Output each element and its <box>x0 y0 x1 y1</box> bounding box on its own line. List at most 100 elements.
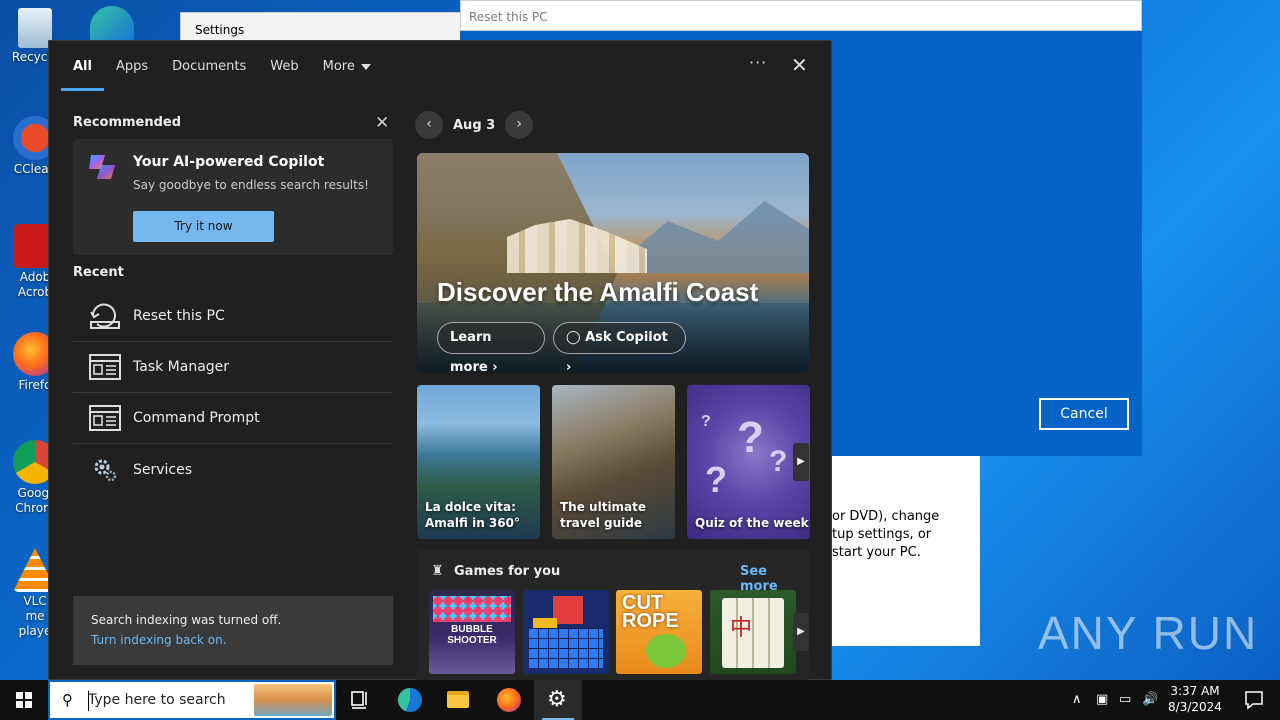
tab-label: More <box>322 59 355 74</box>
copilot-card-subtitle: Say goodbye to endless search results! <box>133 178 369 192</box>
game-artwork-grid <box>529 628 603 668</box>
recycle-bin-icon <box>18 8 52 48</box>
game-cut-the-rope[interactable]: CUT ROPE <box>616 590 702 674</box>
chevron-right-icon: ▶ <box>797 456 805 467</box>
question-mark-icon: ? <box>701 413 711 430</box>
chevron-left-icon: ‹ <box>426 116 432 132</box>
cancel-button[interactable]: Cancel <box>1039 398 1129 430</box>
tab-all[interactable]: All <box>61 55 104 91</box>
search-highlight-doodle <box>254 684 332 716</box>
tile-title: La dolce vita: Amalfi in 360° <box>425 500 520 530</box>
anyrun-watermark: ANY RUN <box>1038 607 1259 659</box>
ask-copilot-button[interactable]: ◯ Ask Copilot › <box>553 322 686 373</box>
game-artwork-logo: CUT ROPE <box>622 592 679 632</box>
taskbar: ⚲ Type here to search ⚙ ∧ ▣ ▭ 🔊 3:37 AM … <box>0 680 1280 720</box>
mahjong-tile-icon: 中 <box>730 616 753 641</box>
game-bubble-shooter[interactable]: BUBBLE SHOOTER <box>429 590 515 674</box>
game-artwork-block <box>553 596 583 624</box>
taskbar-firefox[interactable] <box>485 680 533 720</box>
reset-pc-description-panel: or DVD), change tup settings, or start y… <box>832 456 980 646</box>
window-icon <box>89 354 121 380</box>
games-heading: Games for you <box>454 564 561 579</box>
indexing-status-text: Search indexing was turned off. <box>91 613 282 627</box>
recent-item-label: Command Prompt <box>133 410 260 426</box>
show-hidden-icons-button[interactable]: ∧ <box>1072 692 1082 707</box>
tab-web[interactable]: Web <box>258 55 310 91</box>
recent-list: Reset this PC Task Manager Command Promp… <box>73 291 393 495</box>
chat-bubble-icon: ◯ <box>566 330 581 345</box>
recent-heading: Recent <box>73 265 124 280</box>
description-line: or DVD), change <box>832 509 940 524</box>
game-block-puzzle[interactable] <box>523 590 609 674</box>
games-section: ♜ Games for you See more BUBBLE SHOOTER C… <box>417 551 809 681</box>
gear-icon: ⚙ <box>547 687 567 712</box>
games-next-button[interactable]: ▶ <box>793 613 809 651</box>
next-day-button[interactable]: › <box>505 111 534 139</box>
question-mark-icon: ? <box>705 459 727 500</box>
taskbar-file-explorer[interactable] <box>434 680 482 720</box>
search-input[interactable]: Type here to search <box>88 692 226 708</box>
learn-more-button[interactable]: Learn more › <box>437 322 545 373</box>
chevron-right-icon: › <box>516 116 522 132</box>
close-search-button[interactable]: ✕ <box>791 53 808 77</box>
desktop-icon-edge[interactable] <box>90 6 134 40</box>
tab-documents[interactable]: Documents <box>160 55 258 91</box>
tab-more[interactable]: More <box>311 55 383 91</box>
game-controller-icon: ♜ <box>431 563 444 579</box>
copilot-logo-icon <box>89 155 115 179</box>
folder-icon <box>447 691 469 708</box>
turn-indexing-on-link[interactable]: Turn indexing back on. <box>91 630 375 650</box>
hero-card-amalfi[interactable]: Discover the Amalfi Coast Learn more › ◯… <box>417 153 809 373</box>
taskbar-clock[interactable]: 3:37 AM 8/3/2024 <box>1160 683 1230 715</box>
tile-amalfi-360[interactable]: La dolce vita: Amalfi in 360° <box>417 385 540 539</box>
copilot-card[interactable]: Your AI-powered Copilot Say goodbye to e… <box>73 139 393 255</box>
chevron-down-icon <box>360 63 371 70</box>
chevron-right-icon: › <box>566 360 572 373</box>
settings-window-title: Settings <box>195 23 245 37</box>
tile-title: Quiz of the week <box>695 516 809 530</box>
more-options-button[interactable]: ··· <box>749 53 767 72</box>
tile-quiz-of-week[interactable]: ? ? ? ? Quiz of the week <box>687 385 810 539</box>
taskbar-edge[interactable] <box>386 680 434 720</box>
tab-label: Documents <box>172 59 247 74</box>
previous-day-button[interactable]: ‹ <box>415 111 443 139</box>
copilot-card-title: Your AI-powered Copilot <box>133 154 325 170</box>
taskbar-settings[interactable]: ⚙ <box>534 680 582 720</box>
task-view-button[interactable] <box>336 680 384 720</box>
action-center-button[interactable] <box>1234 680 1274 720</box>
volume-icon[interactable]: 🔊 <box>1142 692 1158 707</box>
tile-travel-guide[interactable]: The ultimate travel guide <box>552 385 675 539</box>
tab-label: All <box>73 59 92 74</box>
recommended-heading: Recommended <box>73 115 182 130</box>
taskbar-search-box[interactable]: ⚲ Type here to search <box>48 680 336 720</box>
chevron-right-icon: ▶ <box>797 626 805 637</box>
clock-time: 3:37 AM <box>1170 684 1220 698</box>
recent-item-reset-pc[interactable]: Reset this PC <box>73 291 393 342</box>
description-line: start your PC. <box>832 545 921 560</box>
edge-icon <box>398 688 422 712</box>
recent-item-services[interactable]: Services <box>73 444 393 495</box>
question-mark-icon: ? <box>737 413 764 462</box>
tiles-next-button[interactable]: ▶ <box>793 443 809 481</box>
gears-icon <box>94 459 117 481</box>
firefox-icon <box>497 688 521 712</box>
search-icon: ⚲ <box>62 691 73 709</box>
windows-logo-icon <box>16 692 32 708</box>
game-mahjong[interactable]: 中 <box>710 590 796 674</box>
indexing-notice: Search indexing was turned off. Turn ind… <box>73 596 393 665</box>
try-it-now-button[interactable]: Try it now <box>133 211 274 242</box>
recent-item-label: Reset this PC <box>133 308 225 324</box>
description-line: tup settings, or <box>832 527 932 542</box>
window-icon <box>89 405 121 431</box>
network-icon[interactable]: ▭ <box>1119 692 1131 707</box>
start-button[interactable] <box>0 680 48 720</box>
task-view-icon <box>351 691 367 709</box>
dismiss-recommended-button[interactable]: ✕ <box>375 113 389 133</box>
question-mark-icon: ? <box>769 445 788 478</box>
hero-title: Discover the Amalfi Coast <box>437 277 759 307</box>
clock-date: 8/3/2024 <box>1168 700 1222 714</box>
recent-item-task-manager[interactable]: Task Manager <box>73 342 393 393</box>
meet-now-icon[interactable]: ▣ <box>1096 692 1108 707</box>
recent-item-command-prompt[interactable]: Command Prompt <box>73 393 393 444</box>
tab-apps[interactable]: Apps <box>104 55 160 91</box>
